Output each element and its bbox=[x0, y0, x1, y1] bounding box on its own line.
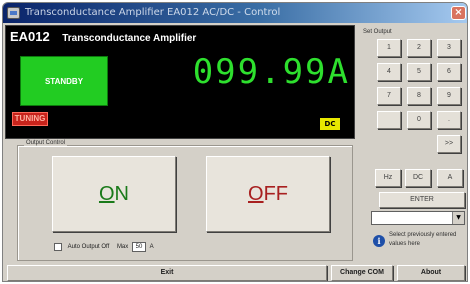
set-output-label: Set Output bbox=[363, 29, 392, 35]
key-3[interactable]: 3 bbox=[437, 39, 461, 57]
on-button[interactable]: ON bbox=[52, 156, 176, 232]
output-control-label: Output Control bbox=[24, 140, 68, 146]
window-title: Trans​cond​ucta​nce Ampl​ifier EA012 AC/… bbox=[25, 7, 281, 18]
about-button[interactable]: About bbox=[397, 265, 465, 281]
bottom-bar: Exit Change COM About bbox=[3, 265, 467, 281]
auto-output-off-checkbox[interactable] bbox=[54, 243, 62, 251]
change-com-button[interactable]: Change COM bbox=[331, 265, 393, 281]
keypad-panel: Set Output 1 2 3 4 5 6 7 8 9 0 . >> Hz D… bbox=[361, 27, 467, 263]
key-4[interactable]: 4 bbox=[377, 63, 401, 81]
key-1[interactable]: 1 bbox=[377, 39, 401, 57]
off-button[interactable]: OFF bbox=[206, 156, 330, 232]
display-panel: EA012 Transconductance Amplifier STANDBY… bbox=[5, 25, 355, 139]
previous-values-hint: Select previously entered values here bbox=[389, 232, 457, 247]
key-0[interactable]: 0 bbox=[407, 111, 431, 129]
dropdown-arrow-icon[interactable]: ▼ bbox=[452, 212, 464, 224]
max-current-input[interactable]: 50 bbox=[131, 242, 146, 252]
on-label: N bbox=[114, 183, 129, 205]
close-button[interactable]: × bbox=[451, 6, 466, 20]
auto-output-off-row: Auto Output Off Max 50 A bbox=[54, 242, 154, 254]
max-label: Max bbox=[116, 244, 129, 250]
key-6[interactable]: 6 bbox=[437, 63, 461, 81]
key-2[interactable]: 2 bbox=[407, 39, 431, 57]
key-decimal[interactable]: . bbox=[437, 111, 461, 129]
previous-values-select[interactable]: ▼ bbox=[371, 211, 465, 225]
off-label: FF bbox=[263, 183, 288, 205]
mode-badge: DC bbox=[320, 118, 340, 130]
key-next[interactable]: >> bbox=[437, 135, 461, 153]
info-icon: i bbox=[373, 235, 385, 247]
max-unit-label: A bbox=[149, 244, 154, 250]
enter-button[interactable]: ENTER bbox=[379, 192, 465, 208]
on-mnemonic: O bbox=[98, 183, 115, 205]
tuning-indicator: TUNING bbox=[12, 112, 48, 126]
app-icon bbox=[7, 7, 20, 19]
mode-hz-button[interactable]: Hz bbox=[375, 169, 401, 187]
key-blank[interactable] bbox=[377, 111, 401, 129]
standby-indicator: STANDBY bbox=[20, 56, 108, 106]
off-mnemonic: O bbox=[248, 183, 264, 205]
key-7[interactable]: 7 bbox=[377, 87, 401, 105]
title-bar[interactable]: Trans​cond​ucta​nce Ampl​ifier EA012 AC/… bbox=[3, 3, 467, 23]
mode-dc-button[interactable]: DC bbox=[405, 169, 431, 187]
output-control-group: Output Control ON OFF Auto Output Off Ma… bbox=[17, 140, 353, 261]
model-name: EA012 bbox=[10, 29, 50, 44]
exit-button[interactable]: Exit bbox=[7, 265, 327, 281]
key-5[interactable]: 5 bbox=[407, 63, 431, 81]
output-reading: 099.99A bbox=[192, 52, 350, 92]
display-title: EA012 Transconductance Amplifier bbox=[10, 28, 196, 46]
app-window: Trans​cond​ucta​nce Ampl​ifier EA012 AC/… bbox=[2, 2, 468, 282]
key-8[interactable]: 8 bbox=[407, 87, 431, 105]
auto-output-off-label: Auto Output Off bbox=[67, 244, 110, 250]
mode-a-button[interactable]: A bbox=[437, 169, 463, 187]
model-description: Transconductance Amplifier bbox=[62, 33, 197, 44]
key-9[interactable]: 9 bbox=[437, 87, 461, 105]
